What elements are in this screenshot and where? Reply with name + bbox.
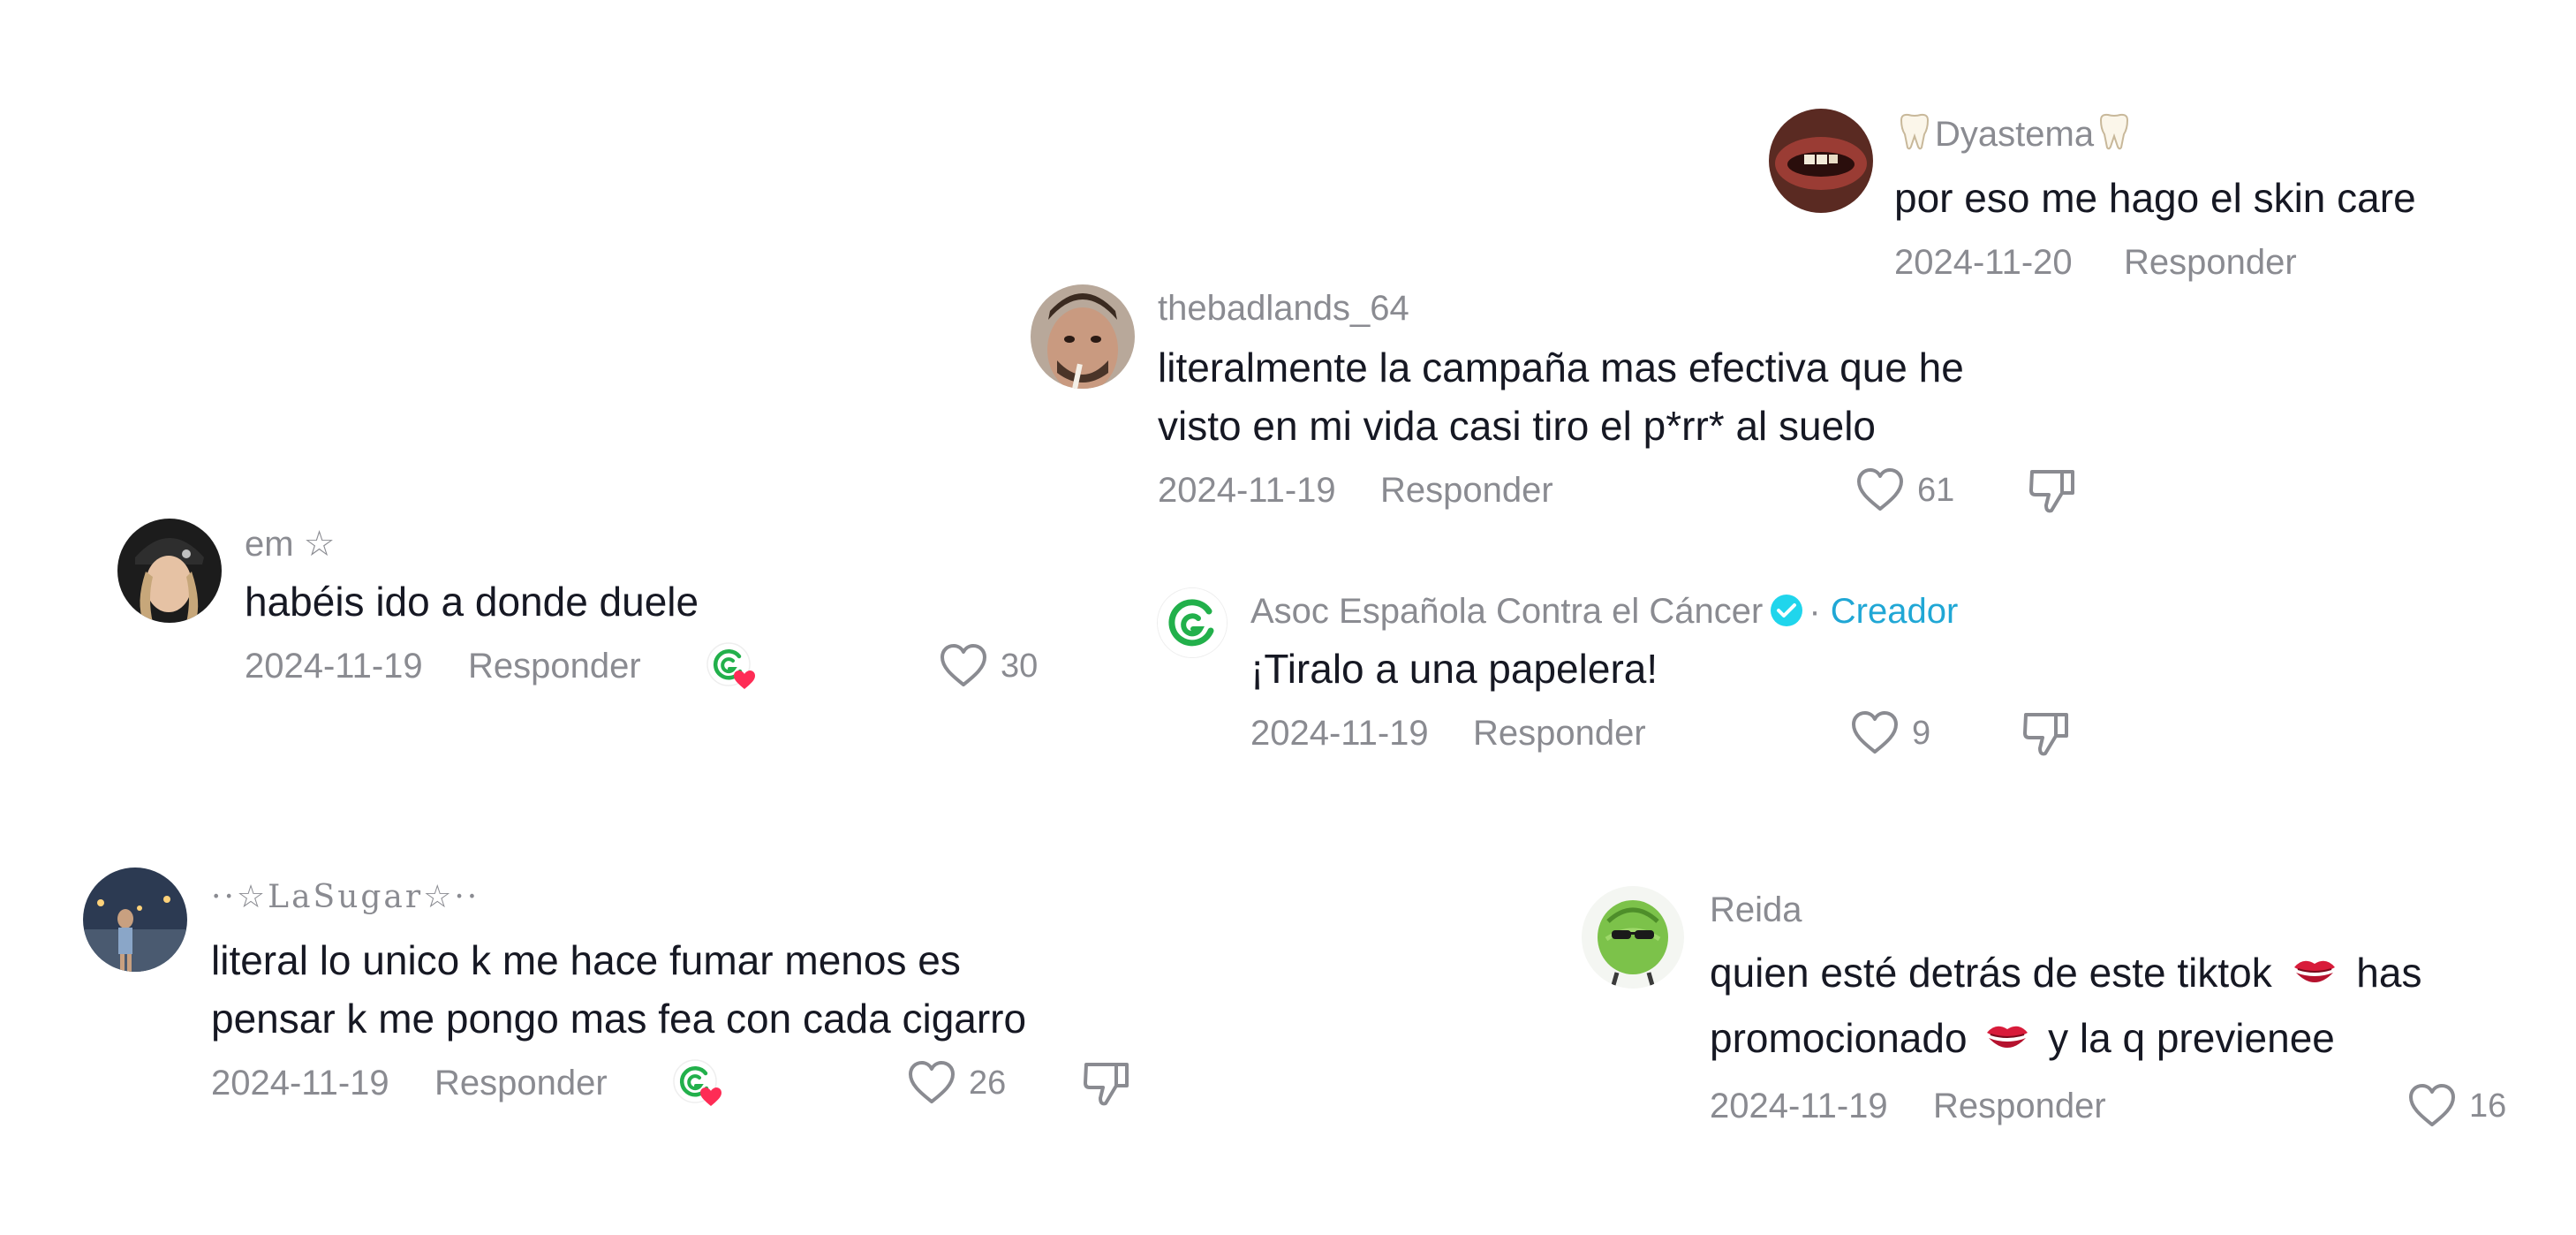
creator-liked-badge <box>672 1057 725 1126</box>
reply-button[interactable]: Responder <box>1933 1080 2106 1133</box>
creator-tag: Creador <box>1830 592 1959 631</box>
reply-button[interactable]: Responder <box>434 1057 608 1110</box>
heart-outline-icon <box>941 644 986 686</box>
reply-button[interactable]: Responder <box>1380 464 1553 517</box>
username[interactable]: thebadlands_64 <box>1158 287 1964 330</box>
separator: · <box>1809 592 1821 631</box>
username[interactable]: Dyastema <box>1894 111 2416 162</box>
username[interactable]: ··☆LaSugar☆·· <box>211 876 1026 919</box>
comment-text: por eso me hago el skin care <box>1894 175 2416 221</box>
kiss-emoji <box>2291 945 2338 1007</box>
comment-text-line: literal lo unico k me hace fumar menos e… <box>211 937 961 983</box>
comment-text-line: literalmente la campaña mas efectiva que… <box>1158 345 1964 390</box>
like-button[interactable]: 9 <box>1850 707 1930 760</box>
avatar[interactable] <box>1031 284 1135 389</box>
dislike-button[interactable] <box>2027 464 2078 531</box>
heart-outline-icon <box>2409 1083 2455 1126</box>
like-count: 16 <box>2469 1087 2507 1125</box>
thumbs-down-icon <box>2023 713 2068 756</box>
tooth-emoji <box>1894 111 1935 162</box>
reply-button[interactable]: Responder <box>2124 236 2297 289</box>
like-count: 9 <box>1912 715 1931 753</box>
comment-date: 2024-11-19 <box>245 647 423 686</box>
creator-liked-badge <box>706 640 759 709</box>
reply-button[interactable]: Responder <box>1473 707 1646 760</box>
creator-liked-icon <box>673 1059 721 1106</box>
comment-text-part: quien esté detrás de este tiktok <box>1710 950 2272 996</box>
comment-text-part: has <box>2356 950 2422 996</box>
like-count: 61 <box>1917 472 1955 509</box>
avatar[interactable] <box>1769 109 1873 213</box>
like-button[interactable]: 16 <box>2407 1080 2506 1133</box>
avatar[interactable] <box>117 519 222 623</box>
avatar[interactable] <box>83 868 187 972</box>
thumbs-down-icon <box>1084 1063 1129 1106</box>
verified-badge-icon <box>1771 595 1803 627</box>
like-button[interactable]: 26 <box>907 1057 1006 1110</box>
comment-text-line: pensar k me pongo mas fea con cada cigar… <box>211 996 1027 1042</box>
avatar[interactable] <box>1582 886 1684 989</box>
comment-text: habéis ido a donde duele <box>245 579 699 625</box>
heart-outline-icon <box>1852 711 1898 754</box>
username-label: Dyastema <box>1935 115 2095 155</box>
heart-outline-icon <box>1857 468 1903 511</box>
like-count: 26 <box>969 1065 1007 1102</box>
comment-date: 2024-11-19 <box>211 1064 389 1102</box>
comment-date: 2024-11-19 <box>1158 471 1336 510</box>
like-button[interactable]: 61 <box>1855 464 1954 517</box>
creator-liked-icon <box>706 642 755 689</box>
like-button[interactable]: 30 <box>939 640 1038 693</box>
comment-text-part: promocionado <box>1710 1014 1968 1061</box>
username[interactable]: Asoc Española Contra el Cáncer <box>1250 592 1763 631</box>
reply-button[interactable]: Responder <box>468 640 641 693</box>
heart-outline-icon <box>909 1061 955 1103</box>
username[interactable]: Reida <box>1710 889 2421 931</box>
like-count: 30 <box>1001 648 1039 685</box>
comment-date: 2024-11-19 <box>1710 1086 1888 1125</box>
kiss-emoji <box>1983 1011 2031 1072</box>
dislike-button[interactable] <box>2021 707 2072 774</box>
tooth-emoji <box>2094 111 2134 162</box>
comment-text: ¡Tiralo a una papelera! <box>1250 646 1658 693</box>
comment-date: 2024-11-19 <box>1250 714 1429 754</box>
avatar[interactable] <box>1157 587 1228 658</box>
thumbs-down-icon <box>2029 470 2074 513</box>
comment-text-part: y la q previenee <box>2048 1014 2335 1061</box>
comment-text-line: visto en mi vida casi tiro el p*rr* al s… <box>1158 403 1876 449</box>
username[interactable]: em ☆ <box>245 523 699 565</box>
comment-date: 2024-11-20 <box>1894 243 2073 282</box>
dislike-button[interactable] <box>1081 1057 1132 1124</box>
